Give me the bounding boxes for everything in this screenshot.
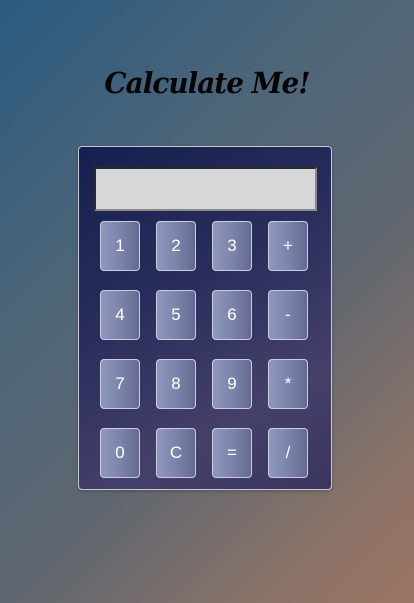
- page-background: { "header": { "title": "Calculate Me!" }…: [0, 0, 414, 603]
- key-3-button[interactable]: 3: [212, 221, 252, 271]
- key-2-button[interactable]: 2: [156, 221, 196, 271]
- key-9-button[interactable]: 9: [212, 359, 252, 409]
- key-4-button[interactable]: 4: [100, 290, 140, 340]
- multiply-button[interactable]: *: [268, 359, 308, 409]
- equals-button[interactable]: =: [212, 428, 252, 478]
- key-7-button[interactable]: 7: [100, 359, 140, 409]
- clear-button[interactable]: C: [156, 428, 196, 478]
- subtract-button[interactable]: -: [268, 290, 308, 340]
- page-title: Calculate Me!: [104, 66, 310, 100]
- calculator-display[interactable]: [94, 167, 317, 211]
- calculator-panel: 1 2 3 + 4 5 6 - 7 8 9 * 0 C = /: [78, 146, 332, 490]
- divide-button[interactable]: /: [268, 428, 308, 478]
- key-6-button[interactable]: 6: [212, 290, 252, 340]
- key-0-button[interactable]: 0: [100, 428, 140, 478]
- key-5-button[interactable]: 5: [156, 290, 196, 340]
- add-button[interactable]: +: [268, 221, 308, 271]
- key-1-button[interactable]: 1: [100, 221, 140, 271]
- key-8-button[interactable]: 8: [156, 359, 196, 409]
